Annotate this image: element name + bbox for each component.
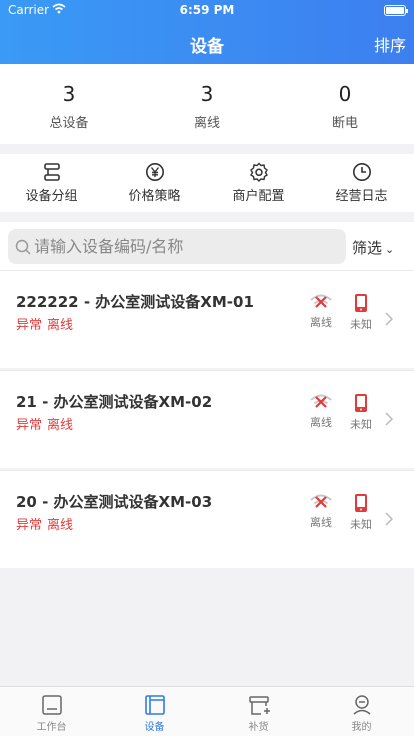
power-status: 未知 [343,393,379,432]
stat-total-devices[interactable]: 3 总设备 [0,82,138,131]
tab-label: 工作台 [36,722,67,733]
stat-value: 0 [338,82,352,106]
device-icon [144,695,165,715]
battery-icon [384,5,408,16]
menu-business-log[interactable]: 经营日志 [310,162,413,204]
stat-value: 3 [62,82,76,106]
status-tag: 异常 [16,318,43,333]
tab-restock[interactable]: 补货 [207,694,310,733]
device-tags: 异常 离线 [16,514,78,533]
tab-label: 设备 [144,722,165,733]
stat-power-off[interactable]: 0 断电 [276,82,414,131]
status-tag: 离线 [47,318,74,333]
gear-icon [249,162,268,182]
menu-label: 设备分组 [25,189,78,204]
power-status-label: 未知 [350,518,372,531]
menu-price-strategy[interactable]: 价格策略 [103,162,206,204]
device-row[interactable]: 20 - 办公室测试设备XM-03 异常 离线 离线 未知 [0,470,414,568]
stat-offline[interactable]: 3 离线 [138,82,276,131]
wifi-offline-icon [310,494,332,508]
network-status-label: 离线 [310,316,332,329]
device-row[interactable]: 21 - 办公室测试设备XM-02 异常 离线 离线 未知 [0,370,414,468]
clock-icon [352,163,371,181]
restock-icon [248,696,270,715]
network-status: 离线 [303,493,339,530]
power-status: 未知 [343,493,379,532]
stat-label: 离线 [193,116,220,131]
search-icon [15,239,31,255]
menu-device-group[interactable]: 设备分组 [0,162,103,204]
search-filter-bar: 筛选⌄ [0,222,414,270]
power-status: 未知 [343,293,379,332]
search-input[interactable] [34,229,334,264]
power-status-label: 未知 [350,418,372,431]
phone-icon [355,494,367,512]
network-status-label: 离线 [310,516,332,529]
tab-device[interactable]: 设备 [103,694,206,733]
status-tag: 离线 [47,518,74,533]
menu-merchant-config[interactable]: 商户配置 [207,162,310,204]
stat-label: 总设备 [49,116,89,131]
tab-workbench[interactable]: 工作台 [0,694,103,733]
workbench-icon [41,695,62,715]
chevron-right-icon [385,312,394,326]
stat-value: 3 [200,82,214,106]
summary-stats: 3 总设备 3 离线 0 断电 [0,64,414,144]
phone-icon [355,394,367,412]
filter-label: 筛选 [352,239,383,257]
network-status: 离线 [303,293,339,330]
network-status-label: 离线 [310,416,332,429]
device-name: 21 - 办公室测试设备XM-02 [16,393,213,411]
device-tags: 异常 离线 [16,414,78,433]
tab-label: 补货 [248,722,269,733]
wifi-offline-icon [310,294,332,308]
bottom-tab-bar: 工作台 设备 补货 我的 [0,686,414,736]
tab-mine[interactable]: 我的 [310,694,413,733]
page-title: 设备 [190,37,224,57]
status-tag: 异常 [16,418,43,433]
chevron-down-icon: ⌄ [385,243,395,256]
stat-label: 断电 [331,116,358,131]
menu-label: 商户配置 [232,189,285,204]
menu-label: 价格策略 [128,189,181,204]
device-name: 222222 - 办公室测试设备XM-01 [16,293,254,311]
clock-time: 6:59 PM [179,3,235,17]
status-tag: 离线 [47,418,74,433]
app-header: Carrier 6:59 PM 设备 排序 [0,0,414,64]
device-tags: 异常 离线 [16,314,78,333]
filter-dropdown[interactable]: 筛选 ⌄ [352,237,394,258]
phone-icon [355,294,367,312]
chevron-right-icon [385,412,394,426]
profile-icon [353,695,370,715]
chevron-right-icon [385,512,394,526]
menu-label: 经营日志 [335,189,388,204]
search-box[interactable] [8,229,346,264]
network-status: 离线 [303,393,339,430]
wifi-offline-icon [310,394,332,408]
status-bar: Carrier 6:59 PM [0,0,414,20]
power-status-label: 未知 [350,318,372,331]
status-tag: 异常 [16,518,43,533]
device-name: 20 - 办公室测试设备XM-03 [16,493,213,511]
device-row[interactable]: 222222 - 办公室测试设备XM-01 异常 离线 离线 未知 [0,270,414,368]
group-icon [43,163,60,181]
quick-menu: 设备分组 价格策略 商户配置 经营日志 [0,154,414,212]
yen-icon [145,163,164,181]
sort-button[interactable]: 排序 [374,32,406,56]
tab-label: 我的 [351,722,372,733]
